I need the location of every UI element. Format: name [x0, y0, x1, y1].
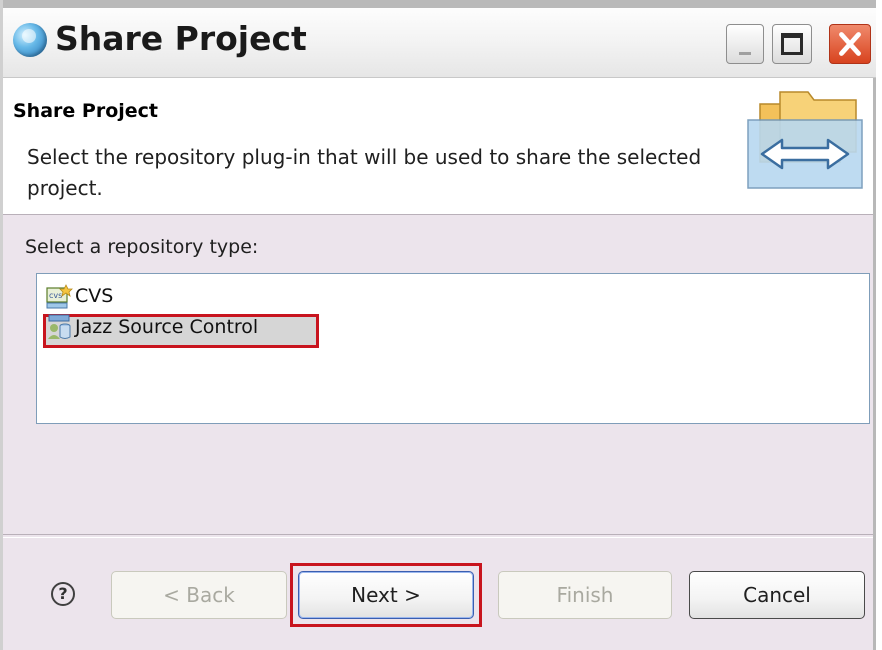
finish-button[interactable]: Finish — [498, 571, 672, 619]
list-item-label: Jazz Source Control — [75, 316, 259, 338]
minimize-icon — [739, 52, 751, 55]
page-description: Select the repository plug-in that will … — [27, 145, 702, 200]
help-icon[interactable]: ? — [51, 582, 75, 606]
svg-text:cvs: cvs — [49, 291, 62, 300]
next-button[interactable]: Next > — [298, 571, 474, 619]
share-project-dialog: Share Project Share Project Select the r… — [0, 0, 876, 650]
share-folders-icon — [747, 91, 863, 189]
maximize-icon — [781, 33, 803, 55]
repository-type-list[interactable]: cvs CVS Jazz Source Control — [36, 273, 870, 424]
minimize-button[interactable] — [726, 24, 764, 64]
repository-type-label: Select a repository type: — [25, 236, 259, 258]
back-button[interactable]: < Back — [111, 571, 287, 619]
page-title: Share Project — [13, 100, 158, 122]
maximize-button[interactable] — [772, 24, 812, 64]
list-item-label: CVS — [75, 285, 114, 307]
list-item-jazz-source-control[interactable]: Jazz Source Control — [45, 312, 258, 342]
eclipse-app-icon — [13, 23, 47, 57]
cancel-button[interactable]: Cancel — [689, 571, 865, 619]
title-bar[interactable]: Share Project — [3, 0, 876, 78]
list-item-cvs[interactable]: cvs CVS — [45, 281, 113, 311]
wizard-header: Share Project Select the repository plug… — [3, 78, 873, 215]
close-icon — [839, 32, 861, 56]
close-button[interactable] — [829, 24, 871, 64]
button-bar-separator — [3, 534, 873, 538]
window-title: Share Project — [55, 19, 307, 58]
cvs-icon: cvs — [46, 284, 73, 309]
jazz-source-control-icon — [48, 314, 71, 339]
